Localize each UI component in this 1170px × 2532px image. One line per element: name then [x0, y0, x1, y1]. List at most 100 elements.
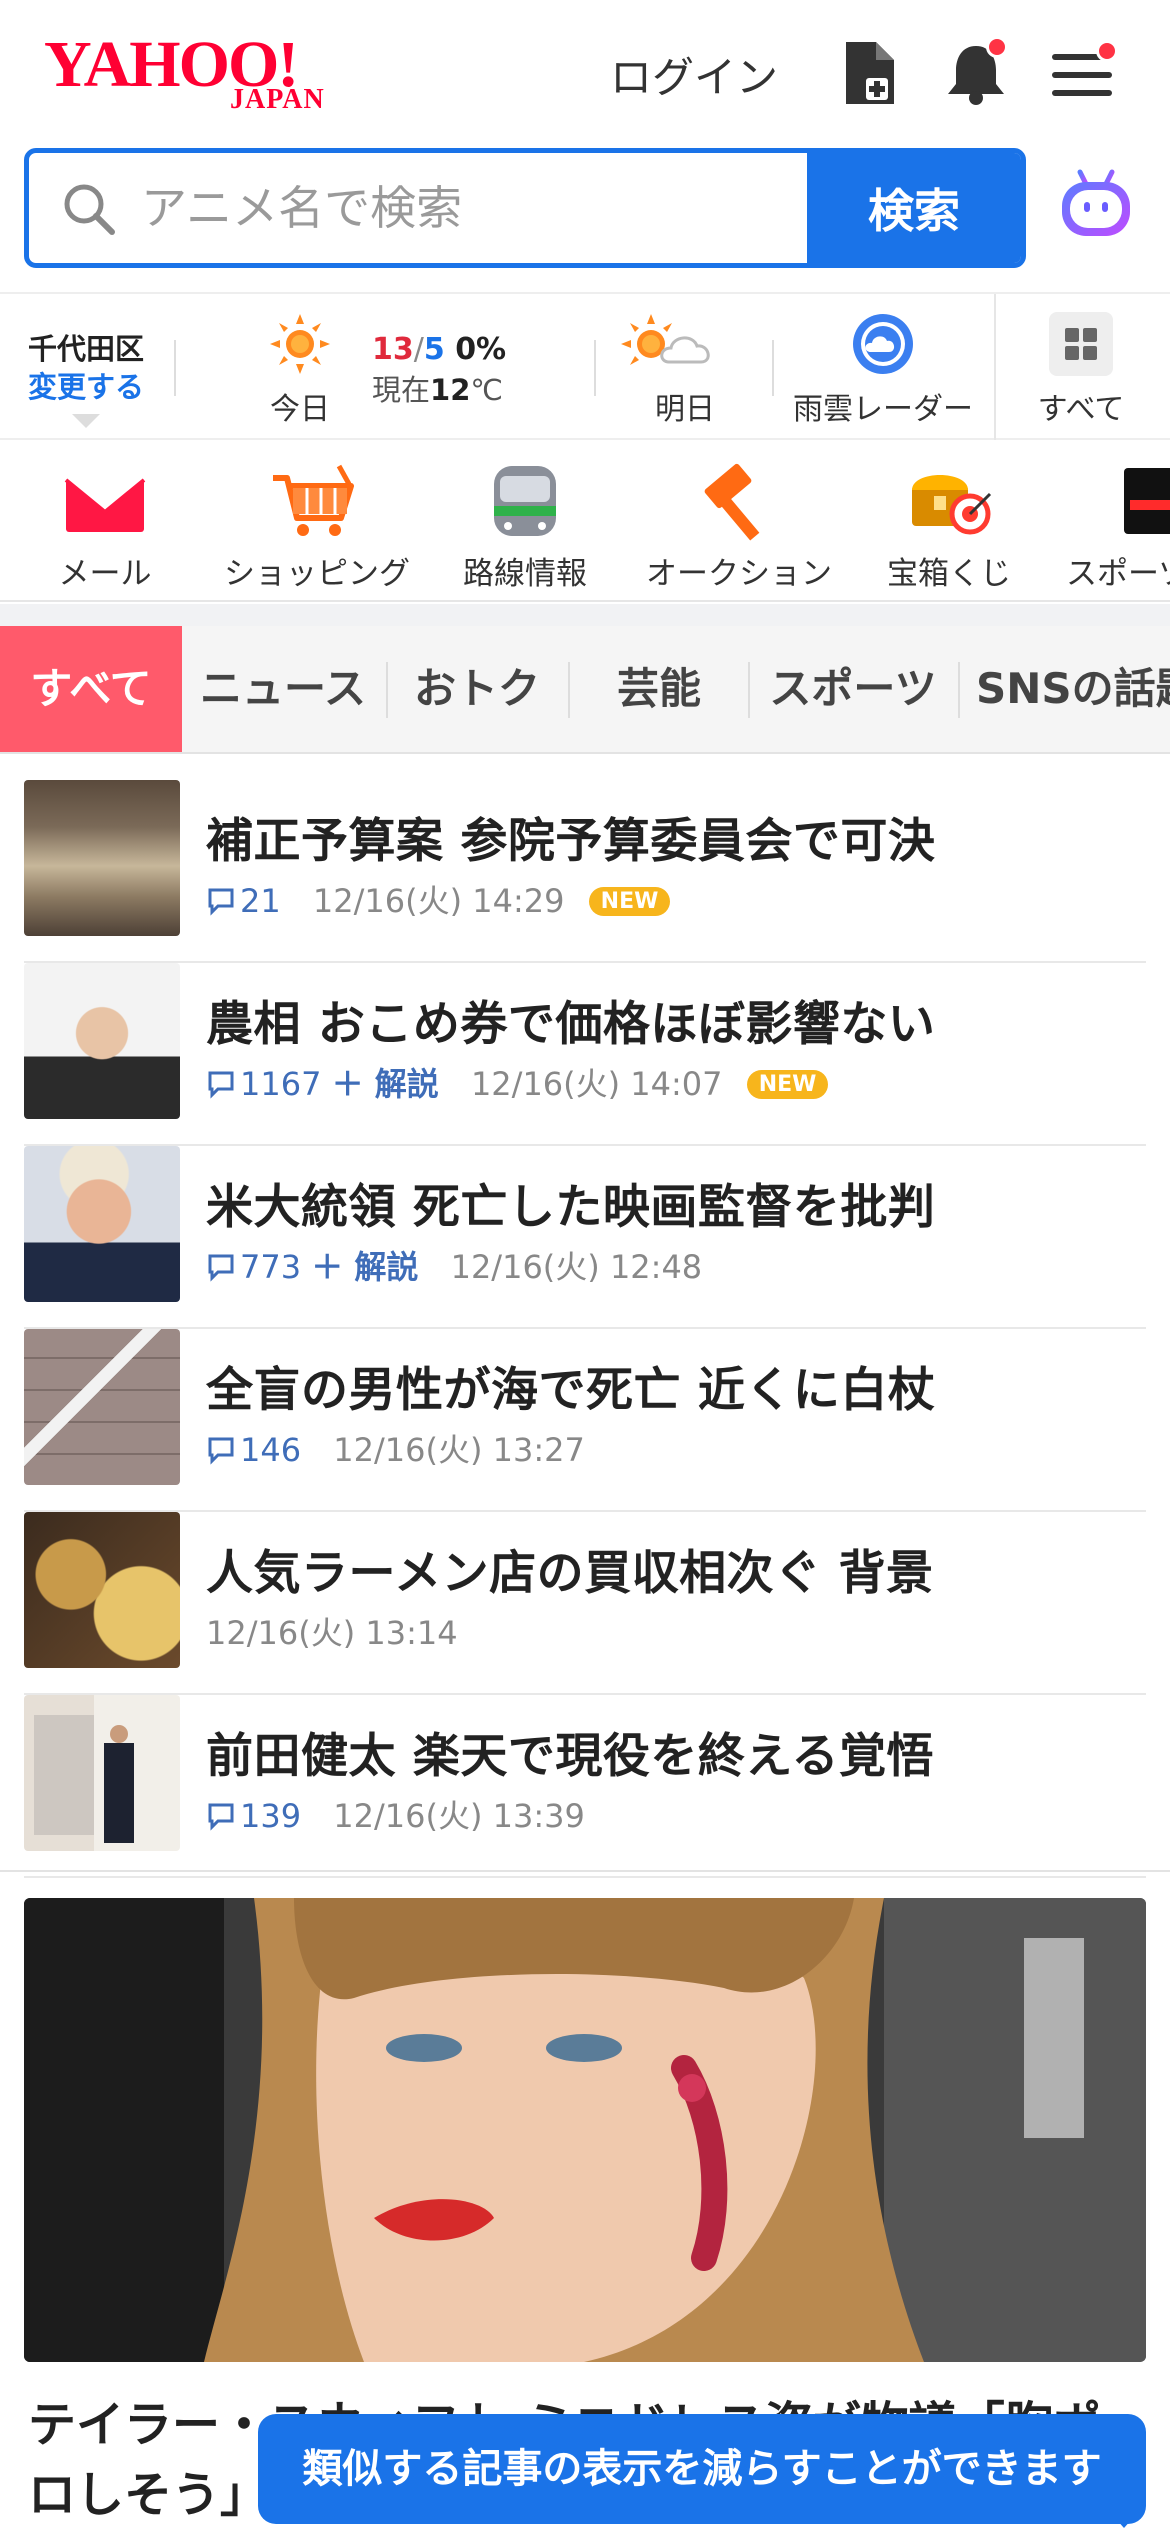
section-divider: [0, 1870, 1170, 1872]
news-item[interactable]: 人気ラーメン店の買収相次ぐ 背景 12/16(火) 13:14: [24, 1512, 1146, 1695]
new-badge: NEW: [588, 887, 671, 916]
news-title: 前田健太 楽天で現役を終える覚悟: [206, 1729, 934, 1784]
news-tabs: すべて ニュース おトク 芸能 スポーツ SNSの話題: [0, 626, 1170, 754]
divider: [958, 662, 960, 718]
news-thumbnail: [24, 963, 180, 1119]
today-temperatures: 13/5 0% 現在12℃: [372, 332, 507, 407]
weather-tomorrow[interactable]: 明日: [610, 312, 760, 428]
tab-all[interactable]: すべて: [0, 626, 182, 752]
news-time: 12/16(火) 14:07: [470, 1065, 723, 1103]
current-temp: 12: [430, 373, 471, 407]
tab-sports[interactable]: スポーツ: [754, 626, 952, 752]
news-item[interactable]: 農相 おこめ券で価格ほぼ影響ない 1167 ＋ 解説 12/16(火) 14:0…: [24, 963, 1146, 1146]
low-temp: 5: [423, 332, 445, 367]
tomorrow-label: 明日: [655, 392, 715, 427]
commentary-label: ＋ 解説: [331, 1065, 439, 1103]
ai-assistant-icon[interactable]: [1058, 168, 1134, 244]
tab-sns[interactable]: SNSの話題: [964, 626, 1170, 752]
commentary-label: ＋ 解説: [311, 1248, 419, 1286]
menu-dot: [1096, 40, 1118, 62]
news-meta: 146 12/16(火) 13:27: [206, 1425, 585, 1471]
news-thumbnail: [24, 780, 180, 936]
news-item[interactable]: 前田健太 楽天で現役を終える覚悟 139 12/16(火) 13:39: [24, 1695, 1146, 1878]
weather-all[interactable]: すべて: [1026, 312, 1136, 428]
search-bar: 検索: [24, 148, 1026, 268]
service-label: オークション: [646, 556, 832, 592]
notification-bell-icon[interactable]: [944, 36, 1008, 108]
search-button[interactable]: 検索: [807, 153, 1021, 263]
comment-count: 139: [206, 1797, 301, 1835]
grid-icon: [1049, 312, 1113, 376]
rain-radar-icon: [853, 314, 913, 374]
news-list: 補正予算案 参院予算委員会で可決 21 12/16(火) 14:29 NEW 農…: [24, 780, 1146, 1878]
service-auction[interactable]: オークション: [644, 460, 834, 593]
service-sports[interactable]: スポーツ: [1066, 460, 1170, 593]
add-document-icon[interactable]: [838, 38, 902, 108]
divider: [568, 662, 570, 718]
yahoo-japan-logo[interactable]: YAHOO! JAPAN: [44, 28, 364, 118]
service-label: メール: [58, 556, 152, 592]
service-route[interactable]: 路線情報: [460, 460, 590, 593]
sports-icon: [1124, 468, 1170, 534]
news-meta: 773 ＋ 解説 12/16(火) 12:48: [206, 1242, 702, 1288]
comment-count: 773: [206, 1248, 301, 1286]
hero-article-image[interactable]: [24, 1898, 1146, 2362]
notification-dot: [986, 36, 1008, 58]
service-label: 宝箱くじ: [887, 556, 1011, 592]
weather-today[interactable]: 今日: [262, 312, 338, 428]
rain-radar[interactable]: 雨雲レーダー: [790, 312, 976, 428]
tab-entertainment[interactable]: 芸能: [574, 626, 744, 752]
news-item[interactable]: 補正予算案 参院予算委員会で可決 21 12/16(火) 14:29 NEW: [24, 780, 1146, 963]
temp-unit: ℃: [470, 373, 503, 407]
sun-cloud-icon: [621, 314, 710, 365]
news-thumbnail: [24, 1329, 180, 1485]
news-time: 12/16(火) 12:48: [450, 1248, 703, 1286]
header: YAHOO! JAPAN ログイン アニメ名で検索 検索: [0, 0, 1170, 290]
now-prefix: 現在: [372, 373, 431, 407]
divider: [386, 662, 388, 718]
news-meta: 1167 ＋ 解説 12/16(火) 14:07 NEW: [206, 1059, 829, 1105]
service-takarabako[interactable]: 宝箱くじ: [884, 460, 1014, 593]
comment-count: 1167: [206, 1065, 321, 1103]
news-thumbnail: [24, 1695, 180, 1851]
location-name: 千代田区: [28, 332, 145, 366]
comment-count: 146: [206, 1431, 301, 1469]
toast-pointer: [1108, 2510, 1140, 2528]
news-title: 米大統領 死亡した映画監督を批判: [206, 1180, 936, 1235]
section-gap: [0, 604, 1170, 626]
divider: [748, 662, 750, 718]
news-title: 全盲の男性が海で死亡 近くに白杖: [206, 1363, 936, 1418]
high-temp: 13: [372, 332, 414, 367]
hero-photo: [24, 1898, 1146, 2362]
hamburger-menu-icon[interactable]: [1050, 38, 1118, 108]
feedback-toast[interactable]: 類似する記事の表示を減らすことができます: [258, 2414, 1146, 2524]
news-item[interactable]: 全盲の男性が海で死亡 近くに白杖 146 12/16(火) 13:27: [24, 1329, 1146, 1512]
service-mail[interactable]: メール: [50, 460, 160, 593]
divider: [994, 294, 996, 440]
train-icon: [494, 466, 556, 536]
news-title: 補正予算案 参院予算委員会で可決: [206, 814, 936, 869]
treasure-box-icon: [912, 475, 992, 535]
news-thumbnail: [24, 1146, 180, 1302]
news-meta: 139 12/16(火) 13:39: [206, 1791, 585, 1837]
divider: [174, 340, 176, 396]
service-shopping[interactable]: ショッピング: [224, 460, 410, 593]
search-input[interactable]: [29, 153, 813, 263]
news-time: 12/16(火) 13:14: [206, 1614, 458, 1652]
comment-icon: [208, 1254, 234, 1282]
location-block[interactable]: 千代田区 変更する: [28, 330, 144, 406]
caret-down-icon: [72, 414, 100, 428]
tab-deals[interactable]: おトク: [392, 626, 562, 752]
news-title: 人気ラーメン店の買収相次ぐ 背景: [206, 1546, 934, 1601]
precip-chance: 0%: [455, 332, 507, 367]
service-label: ショッピング: [224, 556, 410, 592]
today-label: 今日: [270, 392, 330, 427]
change-location-link[interactable]: 変更する: [28, 368, 144, 406]
news-time: 12/16(火) 13:39: [333, 1797, 585, 1835]
news-item[interactable]: 米大統領 死亡した映画監督を批判 773 ＋ 解説 12/16(火) 12:48: [24, 1146, 1146, 1329]
login-link[interactable]: ログイン: [610, 44, 778, 105]
tab-news[interactable]: ニュース: [188, 626, 378, 752]
comment-count: 21: [206, 882, 281, 920]
comment-icon: [208, 888, 234, 916]
news-time: 12/16(火) 13:27: [333, 1431, 585, 1469]
